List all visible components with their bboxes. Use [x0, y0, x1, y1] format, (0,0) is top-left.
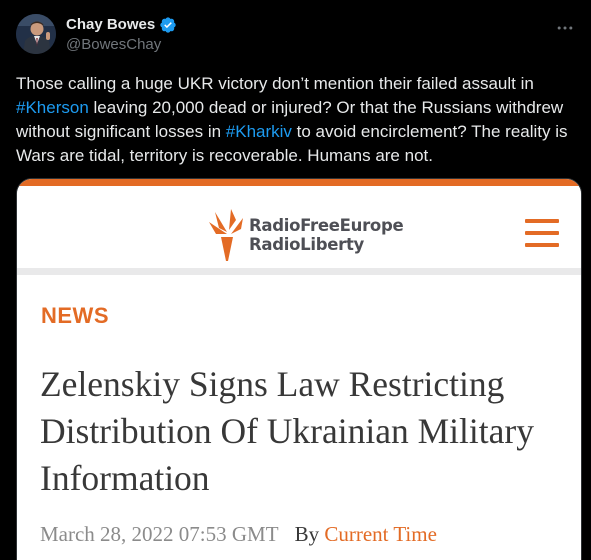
- card-divider: [17, 268, 581, 275]
- tweet-text: Those calling a huge UKR victory don’t m…: [16, 72, 582, 168]
- author-name-row[interactable]: Chay Bowes: [66, 16, 177, 34]
- hashtag-kherson-link[interactable]: #Kherson: [16, 98, 89, 117]
- card-by-label: By: [294, 522, 320, 546]
- author-handle[interactable]: @BowesChay: [66, 36, 161, 54]
- hamburger-icon: [525, 219, 559, 247]
- brand-line-1: RadioFreeEurope: [249, 216, 404, 235]
- card-byline: By Current Time: [295, 522, 437, 547]
- torch-logo-icon: [209, 209, 243, 261]
- card-author-link: Current Time: [324, 522, 437, 546]
- link-preview-card[interactable]: RadioFreeEurope RadioLiberty NEWS Zelens…: [16, 178, 582, 560]
- author-avatar[interactable]: [16, 14, 56, 54]
- more-horizontal-icon: [557, 26, 573, 30]
- more-options-button[interactable]: [551, 14, 579, 42]
- rfe-rl-logo: RadioFreeEurope RadioLiberty: [207, 206, 404, 264]
- author-display-name[interactable]: Chay Bowes: [66, 16, 155, 34]
- verified-badge-icon: [160, 17, 176, 33]
- card-date: March 28, 2022 07:53 GMT: [40, 522, 279, 546]
- avatar-photo-icon: [16, 14, 56, 54]
- rfe-rl-wordmark: RadioFreeEurope RadioLiberty: [249, 216, 404, 254]
- brand-line-2: RadioLiberty: [249, 235, 364, 254]
- tweet-text-part: Those calling a huge UKR victory don’t m…: [16, 74, 534, 93]
- hashtag-kharkiv-link[interactable]: #Kharkiv: [226, 122, 292, 141]
- card-headline: Zelenskiy Signs Law Restricting Distribu…: [40, 364, 534, 498]
- tweet: Chay Bowes @BowesChay Those calling a hu…: [0, 0, 591, 560]
- card-accent-bar: [17, 179, 581, 186]
- card-site-header: RadioFreeEurope RadioLiberty: [17, 186, 581, 268]
- card-meta: March 28, 2022 07:53 GMT By Current Time: [40, 522, 437, 547]
- card-section-label: NEWS: [41, 303, 109, 328]
